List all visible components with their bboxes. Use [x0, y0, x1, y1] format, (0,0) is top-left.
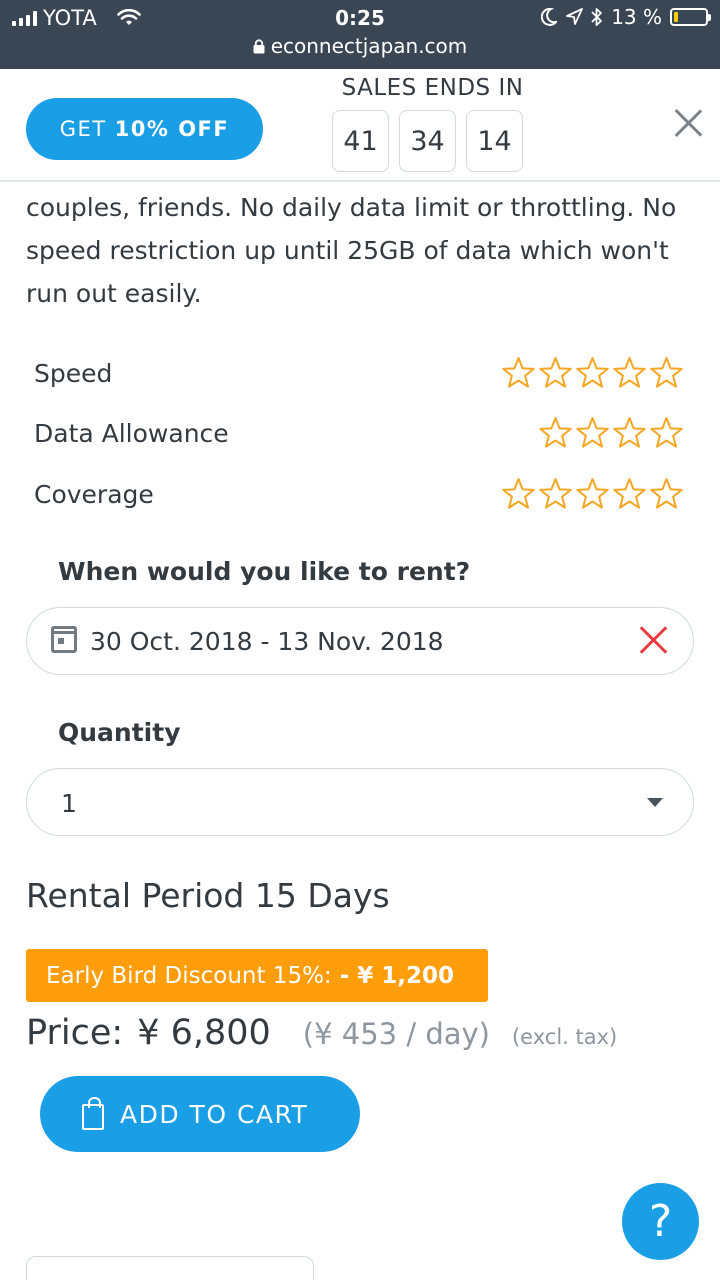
countdown-minutes: 34 [399, 110, 456, 172]
discount-text: Early Bird Discount 15%: [46, 962, 332, 989]
star-icon [576, 417, 609, 448]
countdown-timer: 41 34 14 [332, 110, 523, 172]
rating-coverage: Coverage [34, 472, 684, 516]
rental-date-field[interactable]: 30 Oct. 2018 - 13 Nov. 2018 [26, 607, 694, 675]
discount-amount: - ¥ 1,200 [339, 962, 455, 989]
quantity-value: 1 [61, 789, 77, 818]
rating-speed: Speed [34, 351, 684, 395]
star-icon [576, 357, 609, 388]
discount-button-prefix: GET [59, 117, 107, 141]
question-mark-icon: ? [648, 1196, 673, 1247]
star-icon [502, 478, 535, 509]
url-text: econnectjapan.com [270, 34, 468, 58]
star-rating [501, 356, 684, 390]
address-bar[interactable]: econnectjapan.com [0, 34, 720, 58]
rental-period-title: Rental Period 15 Days [26, 876, 390, 915]
location-arrow-icon [566, 8, 584, 25]
tax-note: (excl. tax) [511, 1025, 618, 1049]
battery-percent: 13 % [611, 5, 662, 29]
lock-icon [253, 39, 265, 54]
promo-header: GET 10% OFF SALES ENDS IN 41 34 14 [0, 69, 720, 182]
product-description: couples, friends. No daily data limit or… [26, 193, 677, 308]
status-bar: YOTA 0:25 econnectjapan.com 13 % [0, 0, 720, 69]
rent-date-label: When would you like to rent? [58, 557, 471, 586]
countdown-seconds: 14 [466, 110, 523, 172]
price-line: Price: ¥ 6,800 (¥ 453 / day) (excl. tax) [26, 1013, 617, 1053]
star-icon [613, 357, 646, 388]
star-icon [539, 417, 572, 448]
rating-label: Coverage [34, 479, 154, 509]
star-icon [539, 357, 572, 388]
calendar-icon [51, 626, 77, 653]
sales-ends-label: SALES ENDS IN [341, 75, 524, 101]
rating-data-allowance: Data Allowance [34, 411, 684, 455]
discount-button[interactable]: GET 10% OFF [26, 98, 263, 160]
star-icon [613, 417, 646, 448]
dropdown-caret-icon [647, 798, 663, 807]
star-icon [650, 478, 683, 509]
discount-button-amount: 10% OFF [114, 117, 230, 141]
rental-date-value: 30 Oct. 2018 - 13 Nov. 2018 [90, 627, 444, 656]
star-icon [539, 478, 572, 509]
close-icon[interactable] [672, 107, 704, 139]
battery-fill [674, 12, 678, 22]
battery-icon [670, 8, 711, 26]
next-section-card [26, 1256, 314, 1280]
price-per-day: (¥ 453 / day) [302, 1017, 490, 1051]
moon-icon [541, 8, 558, 26]
help-button[interactable]: ? [622, 1183, 699, 1260]
star-icon [576, 478, 609, 509]
star-rating [538, 416, 684, 450]
add-to-cart-label: ADD TO CART [120, 1099, 309, 1129]
countdown-hours: 41 [332, 110, 389, 172]
early-bird-discount-badge: Early Bird Discount 15%: - ¥ 1,200 [26, 949, 488, 1002]
add-to-cart-button[interactable]: ADD TO CART [40, 1076, 360, 1152]
star-rating [501, 477, 684, 511]
status-right-group: 13 % [541, 5, 711, 29]
quantity-label: Quantity [58, 718, 181, 747]
quantity-select[interactable]: 1 [26, 768, 694, 836]
rating-label: Speed [34, 358, 113, 388]
rating-label: Data Allowance [34, 418, 229, 448]
bluetooth-icon [591, 8, 603, 26]
price-label: Price: [26, 1013, 124, 1053]
star-icon [502, 357, 535, 388]
star-icon [613, 478, 646, 509]
star-icon [650, 357, 683, 388]
clear-date-icon[interactable] [639, 625, 669, 655]
shopping-bag-icon [82, 1097, 104, 1130]
star-icon [650, 417, 683, 448]
price-value: ¥ 6,800 [137, 1013, 271, 1053]
